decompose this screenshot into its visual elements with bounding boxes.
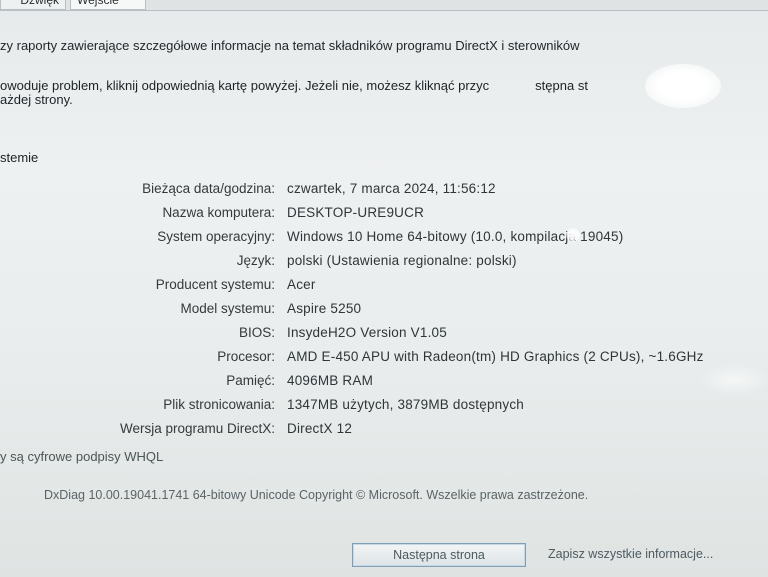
info-label: System operacyjny: — [157, 229, 275, 244]
intro-text: zy raporty zawierające szczegółowe infor… — [0, 38, 580, 53]
info-label: Nazwa komputera: — [162, 205, 275, 220]
info-label: Pamięć: — [226, 373, 275, 388]
info-value: Aspire 5250 — [287, 301, 362, 316]
info-label: Plik stronicowania: — [163, 397, 275, 412]
screen-glare-soft — [700, 365, 768, 395]
info-value: 1347MB użytych, 3879MB dostępnych — [287, 397, 524, 412]
info-value: DESKTOP-URE9UCR — [287, 205, 425, 220]
screen-glare — [645, 64, 721, 108]
info-label: Język: — [236, 253, 275, 268]
notice-line-1-text: owoduje problem, kliknij odpowiednią kar… — [0, 78, 490, 93]
info-row-language: Język: polski (Ustawienia regionalne: po… — [0, 253, 768, 277]
info-row-pagefile: Plik stronicowania: 1347MB użytych, 3879… — [0, 397, 768, 421]
whql-check-option[interactable]: y są cyfrowe podpisy WHQL — [0, 449, 163, 464]
info-value: InsydeH2O Version V1.05 — [287, 325, 447, 340]
info-value: DirectX 12 — [287, 421, 353, 436]
info-label: Model systemu: — [180, 301, 275, 316]
info-value: czwartek, 7 marca 2024, 11:56:12 — [287, 181, 496, 196]
notice-line-1-tail: stępna st — [535, 78, 588, 93]
info-value: 4096MB RAM — [287, 373, 374, 388]
save-all-info-button[interactable]: Zapisz wszystkie informacje... — [548, 543, 768, 565]
info-label: Procesor: — [217, 349, 275, 364]
tab-sound[interactable]: Dźwięk — [0, 0, 66, 10]
info-row-os: System operacyjny: Windows 10 Home 64-bi… — [0, 229, 768, 253]
info-row-processor: Procesor: AMD E-450 APU with Radeon(tm) … — [0, 349, 768, 373]
info-row-directx: Wersja programu DirectX: DirectX 12 — [0, 421, 768, 445]
info-label: Wersja programu DirectX: — [119, 421, 275, 436]
info-value: Acer — [287, 277, 316, 292]
notice-line-2: ażdej strony. — [0, 92, 73, 107]
info-row-bios: BIOS: InsydeH2O Version V1.05 — [0, 325, 768, 349]
section-title: stemie — [0, 150, 39, 165]
info-label: Producent systemu: — [155, 277, 275, 292]
info-label: BIOS: — [238, 325, 275, 340]
info-row-manufacturer: Producent systemu: Acer — [0, 277, 768, 301]
whql-label: y są cyfrowe podpisy WHQL — [0, 449, 164, 464]
info-value: polski (Ustawienia regionalne: polski) — [287, 253, 517, 268]
screen-glare-small — [566, 228, 580, 242]
info-row-model: Model systemu: Aspire 5250 — [0, 301, 768, 325]
dxdiag-window: Dźwięk Wejście zy raporty zawierające sz… — [0, 0, 768, 577]
info-row-datetime: Bieżąca data/godzina: czwartek, 7 marca … — [0, 181, 768, 205]
tab-bar: Dźwięk Wejście — [0, 0, 768, 11]
tab-input[interactable]: Wejście — [70, 0, 146, 10]
footer-copyright: DxDiag 10.00.19041.1741 64-bitowy Unicod… — [44, 488, 589, 502]
info-label: Bieżąca data/godzina: — [142, 181, 275, 196]
next-page-button[interactable]: Następna strona — [352, 543, 526, 567]
info-row-memory: Pamięć: 4096MB RAM — [0, 373, 768, 397]
notice-line-1: owoduje problem, kliknij odpowiednią kar… — [0, 78, 588, 93]
system-info-list: Bieżąca data/godzina: czwartek, 7 marca … — [0, 181, 768, 445]
info-row-computer-name: Nazwa komputera: DESKTOP-URE9UCR — [0, 205, 768, 229]
info-value: AMD E-450 APU with Radeon(tm) HD Graphic… — [287, 349, 704, 364]
